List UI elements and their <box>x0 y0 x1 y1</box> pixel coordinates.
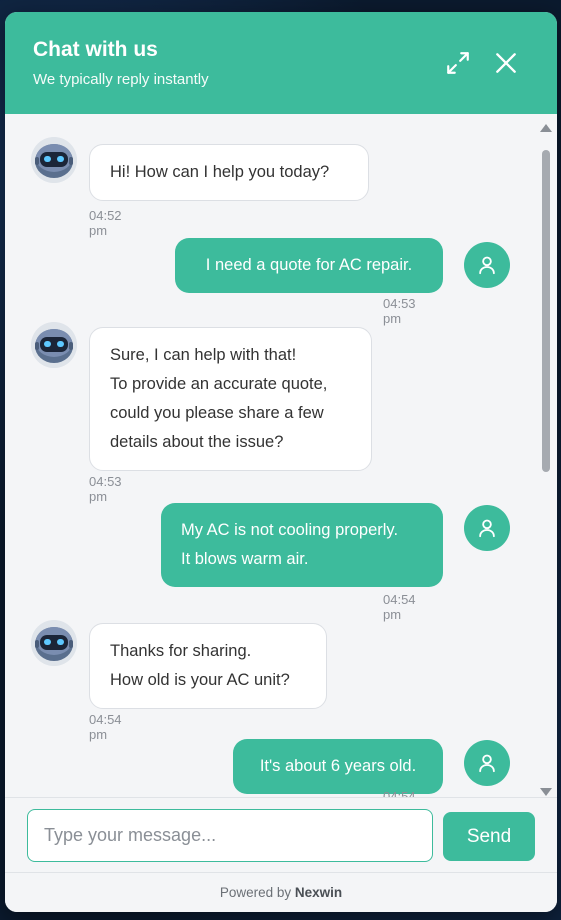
bot-avatar <box>31 620 77 666</box>
close-icon <box>496 53 516 73</box>
message-input[interactable] <box>27 809 433 862</box>
message-bubble: Hi! How can I help you today? <box>89 144 369 201</box>
scroll-down-arrow[interactable] <box>540 788 552 796</box>
message-bubble: Sure, I can help with that! To provide a… <box>89 327 372 471</box>
chat-header: Chat with us We typically reply instantl… <box>5 12 557 114</box>
message-time: 04:54 pm <box>89 712 122 742</box>
scroll-up-arrow[interactable] <box>540 124 552 132</box>
composer: Send <box>5 797 557 872</box>
user-icon <box>479 754 495 773</box>
message-time: 04:53 pm <box>89 474 122 504</box>
message-time: 04:53 pm <box>383 296 416 326</box>
robot-icon <box>31 620 77 666</box>
scrollbar[interactable] <box>539 122 553 797</box>
powered-by-footer: Powered by Nexwin <box>5 872 557 912</box>
send-button[interactable]: Send <box>443 812 535 861</box>
close-button[interactable] <box>491 48 521 78</box>
scroll-thumb[interactable] <box>542 150 550 472</box>
message-time: 04:54 pm <box>383 592 416 622</box>
powered-by-label: Powered by <box>219 885 292 900</box>
expand-button[interactable] <box>443 48 473 78</box>
robot-icon <box>31 137 77 183</box>
user-avatar <box>464 740 510 786</box>
bot-avatar <box>31 322 77 368</box>
user-icon <box>479 256 495 275</box>
user-avatar <box>464 242 510 288</box>
expand-icon <box>447 52 469 74</box>
chat-widget: Chat with us We typically reply instantl… <box>5 12 557 912</box>
message-list[interactable]: Hi! How can I help you today? 04:52 pm I… <box>5 114 557 797</box>
message-bubble: I need a quote for AC repair. <box>175 238 443 293</box>
brand-name: Nexwin <box>294 885 343 900</box>
user-avatar <box>464 505 510 551</box>
robot-icon <box>31 322 77 368</box>
message-time: 04:52 pm <box>89 208 122 238</box>
message-bubble: Thanks for sharing. How old is your AC u… <box>89 623 327 709</box>
message-bubble: It's about 6 years old. <box>233 739 443 794</box>
message-bubble: My AC is not cooling properly. It blows … <box>161 503 443 587</box>
bot-avatar <box>31 137 77 183</box>
user-icon <box>479 519 495 538</box>
message-time: 04:54 pm <box>383 789 416 797</box>
